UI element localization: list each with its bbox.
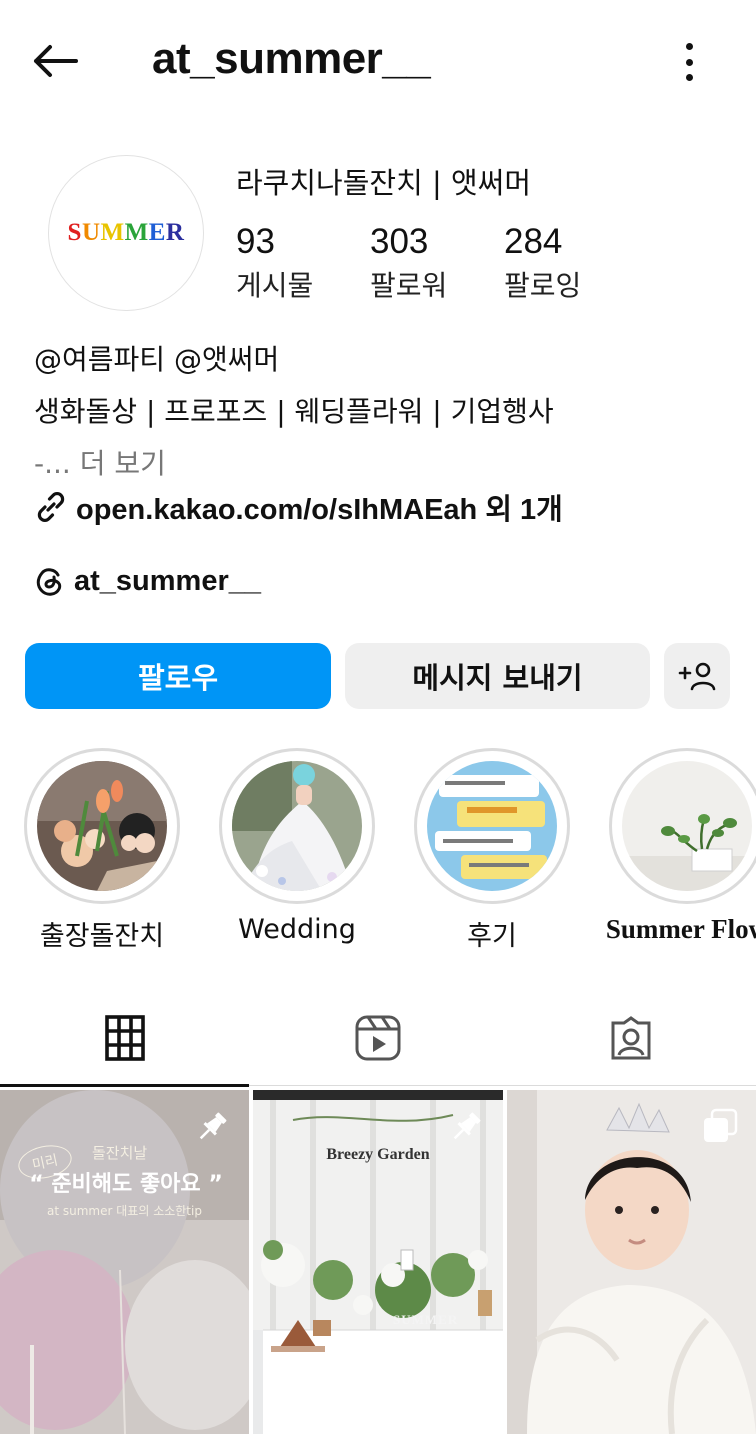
post-caption: “ 준비해도 좋아요 ” (29, 1172, 223, 1197)
pin-icon (453, 1112, 481, 1140)
threads-handle: at_summer__ (74, 564, 261, 597)
stat-posts[interactable]: 93 게시물 (236, 220, 370, 308)
post-thumbnail[interactable]: Breezy Garden SUMMER (253, 1090, 503, 1434)
post-thumbnail[interactable] (507, 1090, 756, 1434)
stat-value: 93 (236, 222, 275, 261)
stat-value: 303 (370, 222, 429, 261)
page-title: at_summer__ (152, 34, 431, 83)
highlight-label: Wedding (238, 914, 356, 945)
bio-more-link[interactable]: -... 더 보기 (34, 438, 734, 490)
tab-tagged[interactable] (506, 990, 755, 1086)
post-caption-sub: at summer 대표의 소소한tip (47, 1204, 202, 1218)
top-bar: at_summer__ (0, 0, 756, 120)
review-chat-photo (427, 761, 557, 891)
more-options-button[interactable] (672, 40, 706, 84)
stat-followers[interactable]: 303 팔로워 (370, 220, 504, 308)
display-name: 라쿠치나돌잔치 | 앳써머 (236, 166, 532, 200)
post-caption-top: 돌잔치날 (92, 1144, 148, 1162)
highlight-label: Summer Flow (605, 914, 756, 944)
add-person-icon (678, 662, 716, 691)
profile-tabs (0, 990, 756, 1087)
threads-icon (36, 568, 62, 596)
stat-label: 게시물 (236, 269, 314, 302)
avatar-letter: M (124, 219, 149, 246)
reels-icon (355, 1015, 400, 1061)
dot-icon (685, 74, 693, 81)
stat-label: 팔로워 (370, 269, 448, 302)
suggest-users-button[interactable] (664, 643, 730, 709)
external-link[interactable]: open.kakao.com/o/sIhMAEah 외 1개 (34, 486, 563, 528)
tab-reels[interactable] (253, 990, 502, 1086)
threads-link[interactable]: at_summer__ (34, 564, 261, 598)
back-button[interactable] (30, 38, 86, 84)
avatar-letter: M (100, 219, 125, 246)
highlight-ring (414, 748, 570, 904)
profile-stats: 93 게시물 303 팔로워 284 팔로잉 (236, 220, 638, 308)
profile-avatar[interactable]: SUMMER (48, 155, 204, 311)
story-highlights: 출장돌잔치 Wedding 후기 Summer Flow (0, 748, 756, 958)
highlight-ring (24, 748, 180, 904)
bio-line: 생화돌상 | 프로포즈 | 웨딩플라워 | 기업행사 (34, 395, 554, 428)
flowers-photo (37, 761, 167, 891)
dot-icon (685, 43, 693, 50)
tagged-icon (611, 1016, 650, 1060)
avatar-logo: SUMMER (68, 219, 185, 247)
avatar-letter: U (81, 219, 101, 246)
grid-icon (104, 1015, 145, 1061)
plant-photo (622, 761, 752, 891)
multiple-photos-icon (704, 1108, 738, 1142)
post-sign: SUMMER (393, 1312, 459, 1327)
bride-photo (232, 761, 362, 891)
avatar-letter: E (148, 219, 166, 246)
post-caption: Breezy Garden (326, 1146, 430, 1163)
highlight-item[interactable]: 출장돌잔치 (4, 748, 200, 953)
pin-icon (199, 1112, 227, 1140)
arrow-left-icon (34, 45, 78, 77)
bio-line: @여름파티 @앳써머 (34, 343, 280, 376)
message-button[interactable]: 메시지 보내기 (345, 643, 650, 709)
highlight-label: 출장돌잔치 (39, 921, 165, 952)
dot-icon (685, 58, 693, 66)
highlight-label: 후기 (467, 921, 517, 952)
highlight-ring (609, 748, 756, 904)
link-text: open.kakao.com/o/sIhMAEah 외 1개 (76, 494, 563, 526)
avatar-letter: R (165, 219, 185, 246)
post-grid: 돌잔치날 미리 “ 준비해도 좋아요 ” at summer 대표의 소소한ti… (0, 1090, 756, 1434)
bio: @여름파티 @앳써머 생화돌상 | 프로포즈 | 웨딩플라워 | 기업행사 -.… (34, 334, 734, 490)
highlight-ring (219, 748, 375, 904)
highlight-item[interactable]: 후기 (394, 748, 590, 953)
follow-button[interactable]: 팔로우 (25, 643, 331, 709)
stat-label: 팔로잉 (504, 269, 582, 302)
post-thumbnail[interactable]: 돌잔치날 미리 “ 준비해도 좋아요 ” at summer 대표의 소소한ti… (0, 1090, 249, 1434)
avatar-letter: S (67, 219, 82, 246)
highlight-item[interactable]: Summer Flow (589, 748, 756, 945)
tab-grid[interactable] (0, 990, 249, 1087)
link-icon (37, 492, 65, 522)
stat-value: 284 (504, 222, 563, 261)
highlight-item[interactable]: Wedding (199, 748, 395, 945)
stat-following[interactable]: 284 팔로잉 (504, 220, 638, 308)
